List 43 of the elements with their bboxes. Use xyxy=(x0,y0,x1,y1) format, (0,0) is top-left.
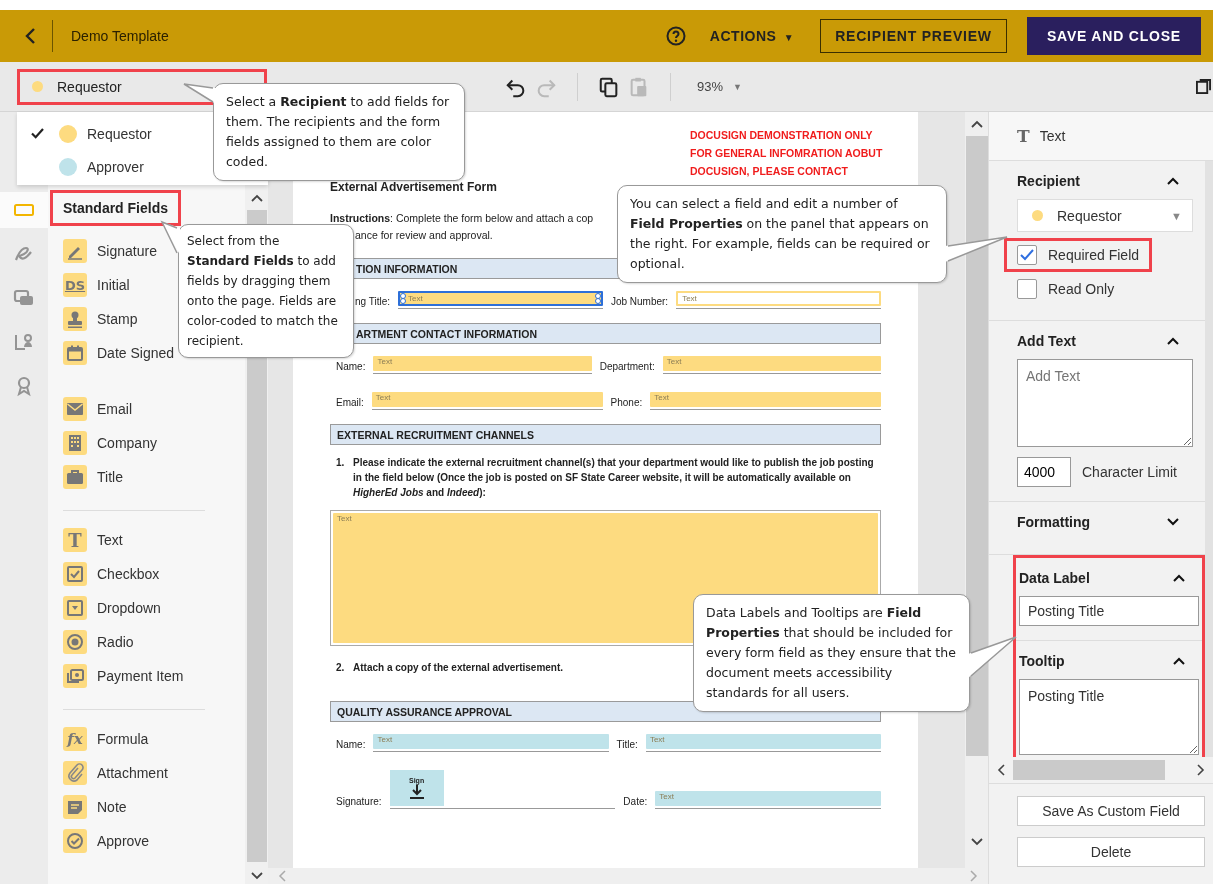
section-heading: Data Label xyxy=(1019,570,1090,586)
field-label: Title: xyxy=(616,739,638,752)
callout-tooltip: You can select a field and edit a number of Field Properties on the panel that appears on the right. For example, fields can be required or optional. xyxy=(617,185,947,283)
field-label: Name: xyxy=(336,361,366,374)
field-label: ng Title: xyxy=(355,296,391,309)
field-label: Character Limit xyxy=(1082,464,1177,480)
field-label: Department: xyxy=(599,361,655,374)
item-number: 1. xyxy=(336,456,346,470)
section-heading: Tooltip xyxy=(1019,653,1065,669)
panel-heading: Standard Fields xyxy=(50,190,182,226)
item-number: 2. xyxy=(336,661,346,675)
initials-icon: DS xyxy=(63,273,87,297)
checkbox-label: Required Field xyxy=(1048,247,1140,263)
instructions-text: Instructions: Complete the form below and attach a cop xyxy=(330,211,594,226)
field-label: Email: xyxy=(336,397,364,410)
notice-text: DOCUSIGN, PLEASE CONTACT xyxy=(690,164,849,179)
callout-tooltip: Select from the Standard Fields to add fields by dragging them onto the page. Fields are color-coded to match the recipient. xyxy=(178,224,354,358)
item-text: Attach a copy of the external advertisement. xyxy=(353,661,564,675)
callout-tooltip: Data Labels and Tooltips are Field Properties that should be included for every form field as they ensure that the document meets accessibility standards for all users. xyxy=(693,594,970,712)
field-label: Signature: xyxy=(336,796,382,809)
section-heading: Formatting xyxy=(1017,514,1091,530)
section-title: EXTERNAL RECRUITMENT CHANNELS xyxy=(337,428,534,441)
callout-tooltip: Select a Recipient to add fields for them. The recipients and the form fields assigned to them are color coded. xyxy=(213,83,465,181)
section-heading: Recipient xyxy=(1017,173,1080,189)
instructions-text: ance for review and approval. xyxy=(354,228,493,243)
checkbox-label: Read Only xyxy=(1048,281,1115,297)
section-title: TION INFORMATION xyxy=(356,262,458,275)
field-type-label: Text xyxy=(1039,128,1066,144)
text-icon: T xyxy=(63,528,87,552)
item-text: Please indicate the external recruitment channel(s) that your department would like to publish the job posting in the field below (Once the job is posted on SF State Career website, it will be automatically available on HigherEd Jobs and Indeed): xyxy=(353,456,875,500)
section-title: ARTMENT CONTACT INFORMATION xyxy=(356,327,537,340)
formula-icon: fx xyxy=(63,727,87,751)
field-label: Date: xyxy=(623,796,648,809)
section-title: QUALITY ASSURANCE APPROVAL xyxy=(337,705,512,718)
field-label: Phone: xyxy=(610,397,643,410)
field-label: Name: xyxy=(336,739,366,752)
field-label: Job Number: xyxy=(610,296,669,309)
template-title: Demo Template xyxy=(71,28,169,44)
text-icon: T xyxy=(1017,126,1030,146)
notice-text: FOR GENERAL INFOMRATION AOBUT xyxy=(690,146,881,161)
form-title: External Advertisement Form xyxy=(330,180,498,194)
notice-text: DOCUSIGN DEMONSTRATION ONLY xyxy=(690,128,874,143)
section-heading: Add Text xyxy=(1017,333,1076,349)
